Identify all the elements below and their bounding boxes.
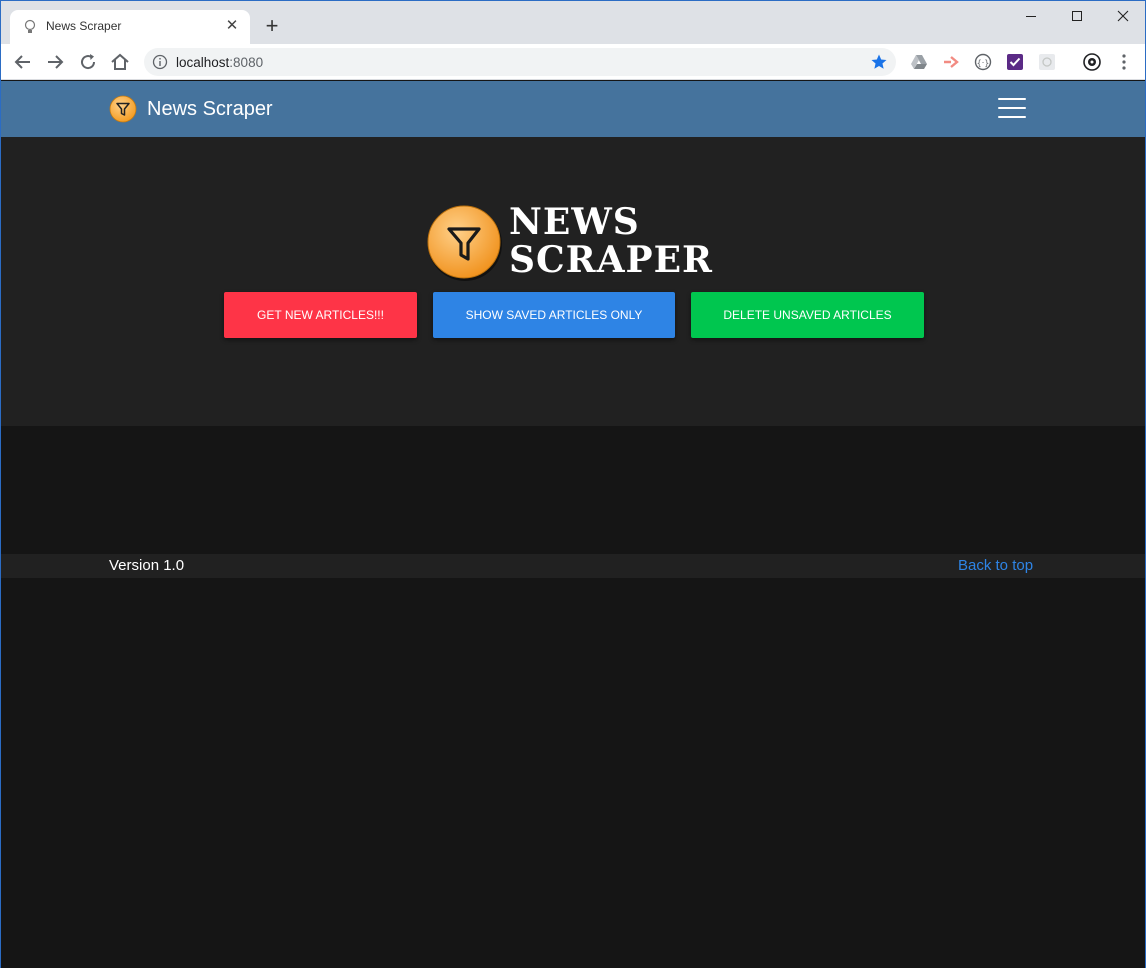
info-icon[interactable]: [152, 54, 168, 70]
site-navbar: News Scraper: [1, 81, 1145, 137]
site-footer: Version 1.0 Back to top: [1, 554, 1145, 578]
svg-text:{·}: {·}: [977, 59, 990, 68]
extension-icon[interactable]: [942, 53, 960, 71]
funnel-logo-icon: [427, 205, 502, 281]
address-bar[interactable]: localhost:8080: [144, 48, 896, 76]
tab-title: News Scraper: [46, 19, 122, 33]
hero-title-line1: NEWS: [509, 201, 640, 243]
star-icon[interactable]: [870, 53, 888, 71]
url-host: localhost: [176, 55, 230, 70]
hamburger-icon[interactable]: [998, 98, 1026, 120]
plus-icon[interactable]: +: [262, 15, 282, 37]
hero-title-line2: SCRAPER: [509, 239, 713, 281]
extension-icon[interactable]: [1006, 53, 1024, 71]
web-page: News Scraper NEWS SCRAPER GET NEW ARTICL…: [1, 81, 1145, 968]
get-new-articles-button[interactable]: GET NEW ARTICLES!!!: [224, 292, 417, 338]
extension-icon[interactable]: [1083, 53, 1101, 71]
browser-titlebar: News Scraper ✕ +: [1, 1, 1145, 44]
minimize-icon[interactable]: [1008, 1, 1054, 31]
funnel-logo-icon: [109, 95, 137, 123]
forward-arrow-icon[interactable]: [43, 50, 67, 74]
brand-link[interactable]: News Scraper: [109, 95, 273, 123]
back-to-top-link[interactable]: Back to top: [958, 557, 1033, 574]
menu-dots-icon[interactable]: [1115, 53, 1133, 71]
hero-section: NEWS SCRAPER GET NEW ARTICLES!!! SHOW SA…: [1, 137, 1145, 426]
version-text: Version 1.0: [109, 557, 185, 574]
window-close-icon[interactable]: [1100, 1, 1146, 31]
close-icon[interactable]: ✕: [222, 16, 242, 36]
extension-icon[interactable]: [1038, 53, 1056, 71]
extension-icon[interactable]: {·}: [974, 53, 992, 71]
page-favicon-icon: [24, 19, 36, 33]
delete-unsaved-articles-button[interactable]: DELETE UNSAVED ARTICLES: [691, 292, 924, 338]
reload-icon[interactable]: [76, 50, 100, 74]
hero-title: NEWS SCRAPER: [509, 203, 713, 279]
url-text: localhost:8080: [176, 55, 263, 70]
show-saved-articles-button[interactable]: SHOW SAVED ARTICLES ONLY: [433, 292, 675, 338]
browser-tab[interactable]: News Scraper ✕: [10, 10, 250, 44]
articles-container: [1, 426, 1145, 554]
browser-window: News Scraper ✕ + localhost:8080 {·} News…: [0, 0, 1146, 968]
url-port: :8080: [229, 55, 264, 70]
back-arrow-icon[interactable]: [11, 50, 35, 74]
drive-extension-icon[interactable]: [910, 53, 928, 71]
brand-text: News Scraper: [147, 97, 273, 120]
maximize-icon[interactable]: [1054, 1, 1100, 31]
home-icon[interactable]: [108, 50, 132, 74]
browser-toolbar: localhost:8080 {·}: [1, 44, 1145, 80]
